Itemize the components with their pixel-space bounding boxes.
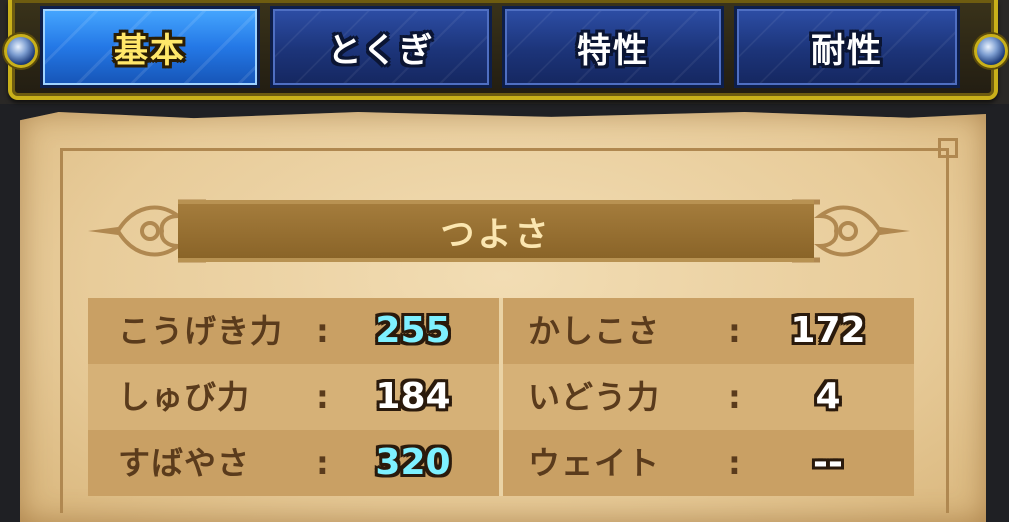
- tab-basic[interactable]: 基本: [40, 6, 260, 88]
- tab-basic-label: 基本: [114, 30, 186, 71]
- tab-resistance[interactable]: 耐性: [734, 6, 960, 88]
- stat-colon: :: [728, 312, 741, 350]
- tab-resistance-label: 耐性: [811, 30, 883, 71]
- stat-value: --: [813, 442, 843, 483]
- stat-label: いどう力: [528, 378, 661, 416]
- stat-label: かしこさ: [528, 312, 661, 350]
- column-divider: [499, 298, 503, 496]
- panel-frame-line: [60, 148, 63, 513]
- stat-label: すばやさ: [118, 444, 251, 482]
- tab-traits-label: 特性: [577, 30, 649, 71]
- stat-colon: :: [316, 378, 329, 416]
- tab-bar: 基本 とくぎ 特性 耐性: [0, 0, 1009, 104]
- panel-frame-line: [946, 148, 949, 513]
- tab-skills-label: とくぎ: [327, 30, 435, 71]
- stat-value: 172: [790, 310, 866, 351]
- panel-frame-line: [60, 148, 946, 151]
- stat-colon: :: [728, 444, 741, 482]
- stat-colon: :: [316, 312, 329, 350]
- stats-table: こうげき力 : 255 かしこさ : 172 しゅび力 : 184 いどう力 :…: [88, 298, 914, 496]
- stat-value: 184: [375, 376, 451, 417]
- tab-skills[interactable]: とくぎ: [270, 6, 492, 88]
- section-header: つよさ: [178, 200, 814, 262]
- tab-traits[interactable]: 特性: [502, 6, 724, 88]
- blue-orb-icon: [4, 34, 38, 68]
- stat-label: ウェイト: [528, 444, 661, 482]
- section-title: つよさ: [440, 214, 552, 255]
- stat-value: 4: [815, 376, 841, 417]
- stat-label: しゅび力: [118, 378, 251, 416]
- stat-colon: :: [316, 444, 329, 482]
- stat-label: こうげき力: [118, 312, 284, 350]
- stat-value: 320: [375, 442, 451, 483]
- blue-orb-icon: [974, 34, 1008, 68]
- stat-value: 255: [375, 310, 451, 351]
- corner-ornament-icon: [938, 138, 958, 158]
- stat-colon: :: [728, 378, 741, 416]
